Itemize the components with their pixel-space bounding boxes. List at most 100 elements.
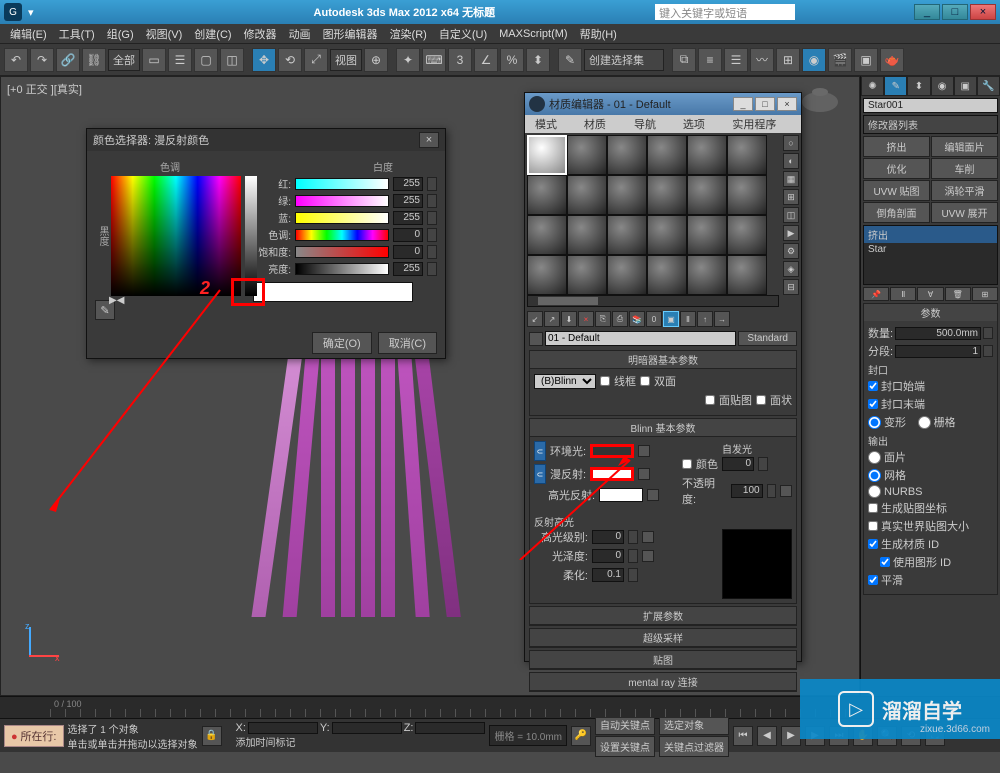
menu-tools[interactable]: 工具(T) (53, 24, 101, 44)
put-to-scene-button[interactable]: ↗ (544, 311, 560, 327)
color-cancel-button[interactable]: 取消(C) (378, 332, 437, 354)
material-slot[interactable] (727, 135, 767, 175)
sample-uv-button[interactable]: ⊞ (783, 189, 799, 205)
stack-extrude[interactable]: 挤出 (864, 226, 997, 243)
menu-grapheditors[interactable]: 图形编辑器 (317, 24, 384, 44)
material-slot-1[interactable] (527, 135, 567, 175)
setkey-button[interactable]: 设置关键点 (595, 736, 655, 757)
material-slot[interactable] (527, 215, 567, 255)
lock-selection-button[interactable]: 🔒 (202, 726, 222, 746)
amount-spinner[interactable] (983, 327, 993, 339)
assign-material-button[interactable]: ⬇ (561, 311, 577, 327)
curve-editor-button[interactable]: 〰 (750, 48, 774, 72)
spec-level-map-button[interactable] (642, 531, 654, 543)
material-slot[interactable] (567, 215, 607, 255)
align-button[interactable]: ≡ (698, 48, 722, 72)
recent-files-dropdown[interactable]: ▾ (28, 6, 34, 19)
hue-arrow-icon[interactable]: ▶◀ (109, 295, 124, 306)
material-slot[interactable] (607, 175, 647, 215)
minimize-button[interactable]: _ (914, 4, 940, 20)
mod-extrude[interactable]: 挤出 (863, 136, 930, 157)
select-name-button[interactable]: ☰ (168, 48, 192, 72)
edit-named-sel-button[interactable]: ✎ (558, 48, 582, 72)
help-search-input[interactable]: 键入关键字或短语 (655, 4, 795, 20)
location-button[interactable]: ● 所在行: (4, 725, 64, 747)
me-close-button[interactable]: × (777, 97, 797, 111)
play-button[interactable]: ▶ (781, 726, 801, 746)
make-unique-button[interactable]: ⎙ (612, 311, 628, 327)
nurbs-radio[interactable] (868, 485, 881, 498)
wire-check[interactable] (600, 376, 610, 386)
shader-rollout-title[interactable]: 明暗器基本参数 (530, 351, 796, 369)
red-spinner[interactable] (427, 177, 437, 191)
video-color-button[interactable]: ◫ (783, 207, 799, 223)
material-slot[interactable] (687, 255, 727, 295)
realworld-check[interactable] (868, 521, 878, 531)
motion-tab[interactable]: ◉ (931, 76, 954, 96)
pin-stack-button[interactable]: 📌 (863, 287, 889, 301)
mod-editpatch[interactable]: 编辑面片 (931, 136, 998, 157)
gloss-map-button[interactable] (642, 550, 654, 562)
show-end-result-button[interactable]: Ⅱ (890, 287, 916, 301)
restore-button[interactable]: □ (942, 4, 968, 20)
ambient-map-button[interactable] (638, 445, 650, 457)
mirror-button[interactable]: ⧉ (672, 48, 696, 72)
menu-animation[interactable]: 动画 (283, 24, 317, 44)
material-slot[interactable] (647, 175, 687, 215)
configure-sets-button[interactable]: ⊞ (972, 287, 998, 301)
material-slot[interactable] (607, 215, 647, 255)
patch-radio[interactable] (868, 451, 881, 464)
twoside-check[interactable] (640, 376, 650, 386)
mesh-radio[interactable] (868, 469, 881, 482)
z-coord[interactable] (415, 722, 485, 734)
add-time-tag[interactable]: 添加时间标记 (236, 734, 486, 749)
me-maximize-button[interactable]: □ (755, 97, 775, 111)
layer-button[interactable]: ☰ (724, 48, 748, 72)
params-rollout-title[interactable]: 参数 (864, 304, 997, 321)
cap-end-check[interactable] (868, 399, 878, 409)
options-button[interactable]: ⚙ (783, 243, 799, 259)
soften-spinner[interactable] (628, 568, 638, 582)
ambient-color-swatch[interactable] (590, 444, 634, 458)
facemap-check[interactable] (705, 395, 715, 405)
create-tab[interactable]: ✺ (861, 76, 884, 96)
blue-spinner[interactable] (427, 211, 437, 225)
material-slot[interactable] (647, 215, 687, 255)
remove-modifier-button[interactable]: 🗑 (945, 287, 971, 301)
object-name-field[interactable]: Star001 (863, 98, 998, 113)
select-rotate-button[interactable]: ⟲ (278, 48, 302, 72)
modifier-list-dropdown[interactable]: 修改器列表 (863, 115, 998, 134)
prev-frame-button[interactable]: ◀ (757, 726, 777, 746)
green-spinner[interactable] (427, 194, 437, 208)
undo-button[interactable]: ↶ (4, 48, 28, 72)
ext-rollout[interactable]: 扩展参数 (530, 607, 796, 625)
hue-value[interactable]: 0 (393, 228, 423, 242)
specular-map-button[interactable] (647, 489, 659, 501)
menu-help[interactable]: 帮助(H) (574, 24, 623, 44)
mental-rollout[interactable]: mental ray 连接 (530, 673, 796, 691)
keyboard-shortcut-button[interactable]: ⌨ (422, 48, 446, 72)
menu-create[interactable]: 创建(C) (188, 24, 237, 44)
manipulate-button[interactable]: ✦ (396, 48, 420, 72)
opacity-spinner[interactable] (767, 484, 777, 498)
me-minimize-button[interactable]: _ (733, 97, 753, 111)
mod-turbosmooth[interactable]: 涡轮平滑 (931, 180, 998, 201)
material-editor-button[interactable]: ◉ (802, 48, 826, 72)
material-slot[interactable] (567, 255, 607, 295)
spec-level-value[interactable]: 0 (592, 530, 624, 544)
select-by-mat-button[interactable]: ◈ (783, 261, 799, 277)
selfillum-color-check[interactable] (682, 459, 692, 469)
x-coord[interactable] (248, 722, 318, 734)
select-move-button[interactable]: ✥ (252, 48, 276, 72)
diffuse-map-button[interactable] (638, 468, 650, 480)
modify-tab[interactable]: ✎ (884, 76, 907, 96)
select-region-button[interactable]: ▢ (194, 48, 218, 72)
material-slot[interactable] (647, 255, 687, 295)
val-spinner[interactable] (427, 262, 437, 276)
gloss-value[interactable]: 0 (592, 549, 624, 563)
menu-edit[interactable]: 编辑(E) (4, 24, 53, 44)
green-value[interactable]: 255 (393, 194, 423, 208)
reset-map-button[interactable]: × (578, 311, 594, 327)
me-menu-util[interactable]: 实用程序(U) (726, 115, 797, 133)
val-value[interactable]: 255 (393, 262, 423, 276)
